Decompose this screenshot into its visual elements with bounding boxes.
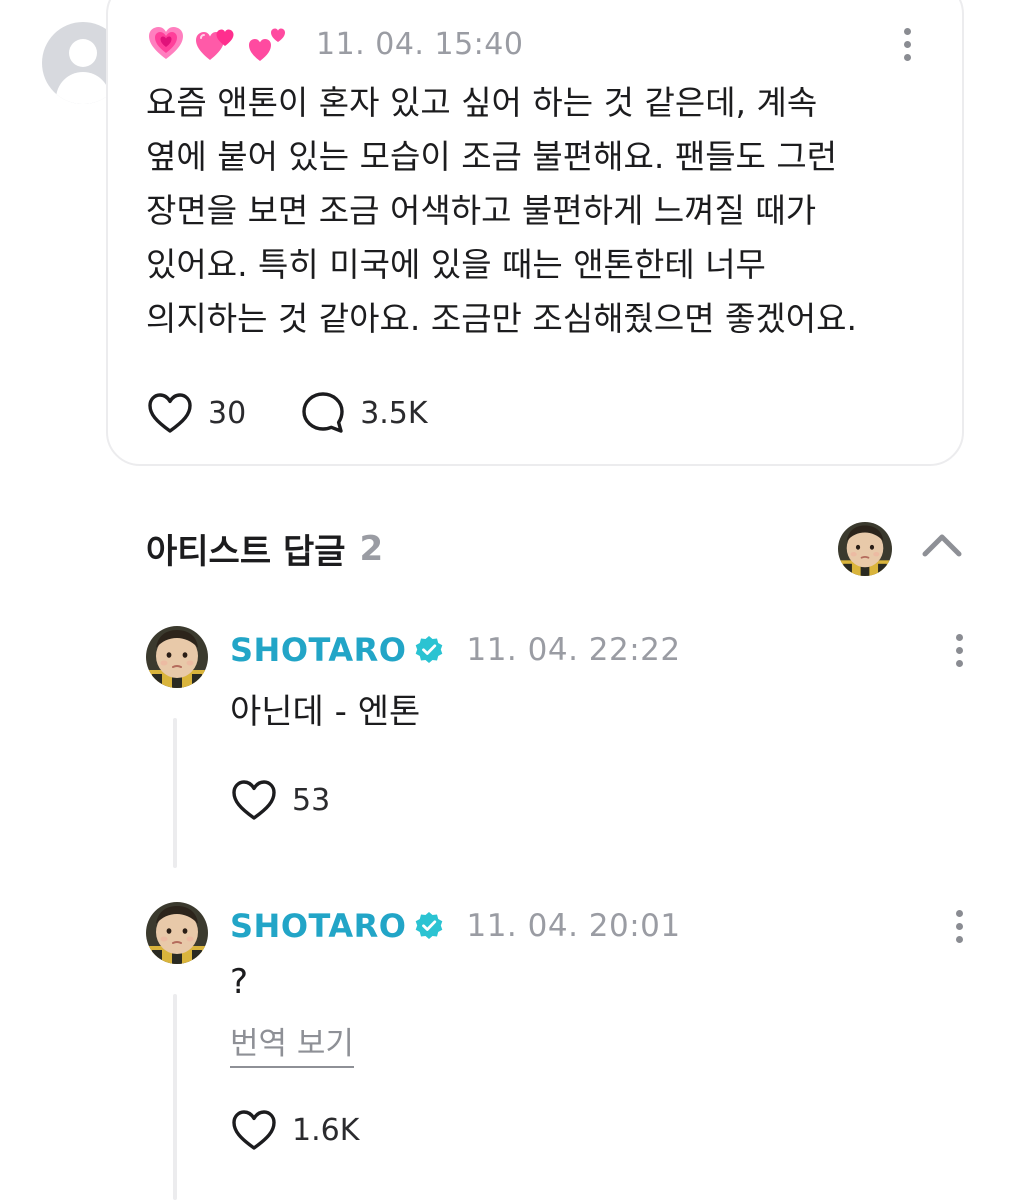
page: 11. 04. 15:40 요즘 앤톤이 혼자 있고 싶어 하는 것 같은데, … — [0, 0, 1010, 1200]
reply-more-options-icon[interactable] — [954, 910, 964, 943]
post-comment-count: 3.5K — [360, 395, 428, 431]
two-hearts-emoji-icon — [196, 29, 234, 60]
translate-link[interactable]: 번역 보기 — [230, 1026, 354, 1068]
reply-like-count: 1.6K — [292, 1112, 360, 1148]
thread-line — [173, 718, 177, 868]
reply-like-count: 53 — [292, 782, 331, 818]
thread-line — [173, 994, 177, 1200]
post-body-line: 장면을 보면 조금 어색하고 불편하게 느껴질 때가 — [146, 191, 817, 230]
post-like-count: 30 — [208, 395, 247, 431]
verified-badge-icon — [416, 912, 443, 939]
author-emoji-nickname — [146, 24, 288, 64]
artist-replies-header: 아티스트 답글 2 — [146, 524, 383, 573]
post-actions: 30 3.5K — [146, 389, 428, 437]
heart-icon — [232, 1110, 276, 1150]
post-body-line: 의지하는 것 같아요. 조금만 조심해줬으면 좋겠어요. — [146, 299, 857, 338]
growing-heart-emoji-icon — [149, 27, 183, 59]
reply-text: 아닌데 - 엔톤 — [230, 692, 421, 732]
collapse-chevron-up-icon[interactable] — [920, 530, 964, 564]
comment-bubble-icon — [302, 392, 344, 433]
verified-badge-icon — [416, 636, 443, 663]
reply-timestamp: 11. 04. 20:01 — [466, 908, 681, 944]
artist-reply: SHOTARO 11. 04. 22:22 아닌데 - 엔톤 53 — [146, 626, 976, 876]
artist-avatar[interactable] — [146, 626, 208, 688]
artist-replies-count: 2 — [359, 528, 384, 569]
post-body-line: 요즘 앤톤이 혼자 있고 싶어 하는 것 같은데, 계속 — [146, 83, 818, 122]
artist-reply: SHOTARO 11. 04. 20:01 ? 번역 보기 1.6K — [146, 902, 976, 1200]
post-body-line: 옆에 붙어 있는 모습이 조금 불편해요. 팬들도 그런 — [146, 137, 838, 176]
artist-name[interactable]: SHOTARO — [230, 907, 406, 945]
reply-timestamp: 11. 04. 22:22 — [466, 632, 681, 668]
reply-like-button[interactable]: 53 — [230, 778, 330, 822]
post-header: 11. 04. 15:40 — [146, 22, 523, 66]
post-timestamp: 11. 04. 15:40 — [316, 26, 524, 62]
artist-avatar[interactable] — [146, 902, 208, 964]
heart-icon — [232, 780, 276, 820]
artist-replies-title: 아티스트 답글 — [146, 532, 346, 572]
reply-more-options-icon[interactable] — [954, 634, 964, 667]
post-body: 요즘 앤톤이 혼자 있고 싶어 하는 것 같은데, 계속 옆에 붙어 있는 모습… — [146, 76, 936, 346]
post-body-line: 있어요. 특히 미국에 있을 때는 앤톤한테 너무 — [146, 245, 766, 284]
reply-header: SHOTARO 11. 04. 20:01 — [230, 904, 681, 948]
reply-text: ? — [230, 962, 249, 1002]
heart-icon — [148, 393, 192, 433]
artist-name[interactable]: SHOTARO — [230, 631, 406, 669]
post-more-options-icon[interactable] — [902, 28, 912, 61]
reply-like-button[interactable]: 1.6K — [230, 1108, 359, 1152]
revolving-hearts-emoji-icon — [249, 28, 285, 61]
post-like-button[interactable]: 30 — [146, 391, 246, 435]
artist-avatar[interactable] — [838, 522, 892, 576]
reply-header: SHOTARO 11. 04. 22:22 — [230, 628, 681, 672]
post-comment-button[interactable]: 3.5K — [300, 390, 428, 436]
